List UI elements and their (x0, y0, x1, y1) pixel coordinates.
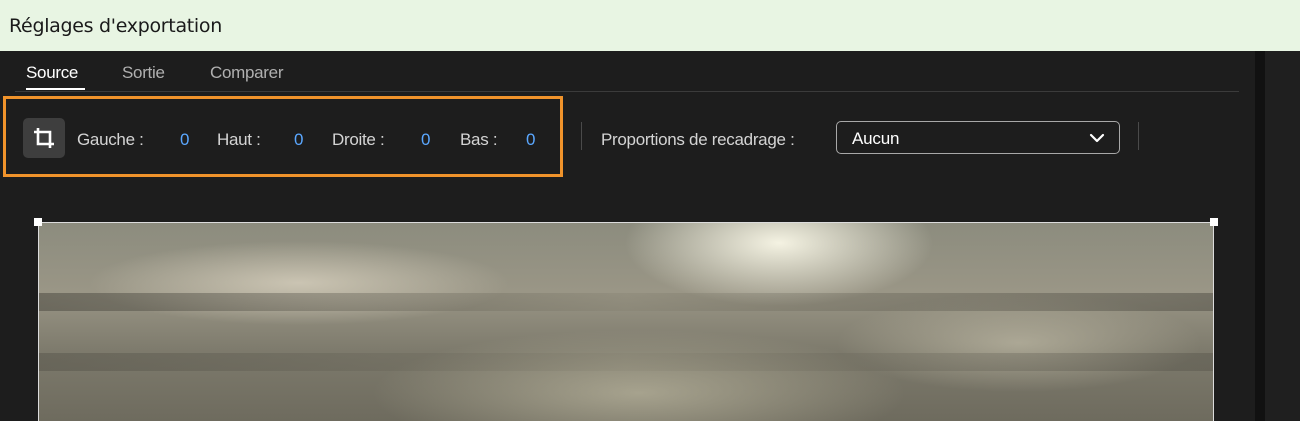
crop-top-value[interactable]: 0 (294, 130, 303, 150)
tab-output[interactable]: Sortie (122, 63, 165, 83)
crop-bottom-label: Bas : (460, 130, 498, 149)
crop-ratio-dropdown[interactable]: Aucun (836, 121, 1120, 154)
crop-right-value[interactable]: 0 (421, 130, 430, 150)
title-bar: Réglages d'exportation (0, 0, 1300, 51)
tab-bar: Source Sortie Comparer (0, 51, 1240, 92)
crop-right-label: Droite : (332, 130, 385, 149)
tab-source[interactable]: Source (26, 63, 78, 83)
tab-compare[interactable]: Comparer (210, 63, 283, 83)
toolbar-divider-right (1138, 122, 1139, 150)
source-preview-image[interactable] (38, 222, 1214, 421)
crop-ratio-label: Proportions de recadrage : (601, 130, 795, 149)
crop-left-value[interactable]: 0 (180, 130, 189, 150)
cloud-band (39, 293, 1213, 311)
panel-splitter[interactable] (1255, 51, 1265, 421)
crop-left-label: Gauche : (77, 130, 144, 149)
cloud-band (39, 353, 1213, 371)
chevron-down-icon (1089, 133, 1105, 143)
crop-handle-top-left[interactable] (34, 218, 42, 226)
crop-bottom-value[interactable]: 0 (526, 130, 535, 150)
crop-top-label: Haut : (217, 130, 261, 149)
crop-handle-top-right[interactable] (1210, 218, 1218, 226)
crop-ratio-selected: Aucun (852, 129, 900, 148)
toolbar-divider (581, 122, 582, 150)
window-title: Réglages d'exportation (9, 14, 222, 37)
tab-bar-divider (15, 91, 1239, 92)
right-side-panel (1265, 51, 1300, 421)
export-settings-panel: Source Sortie Comparer Gauche : 0 Haut :… (0, 51, 1255, 421)
crop-tool-button[interactable] (23, 118, 65, 158)
active-tab-indicator (26, 88, 85, 90)
crop-icon (34, 128, 54, 148)
